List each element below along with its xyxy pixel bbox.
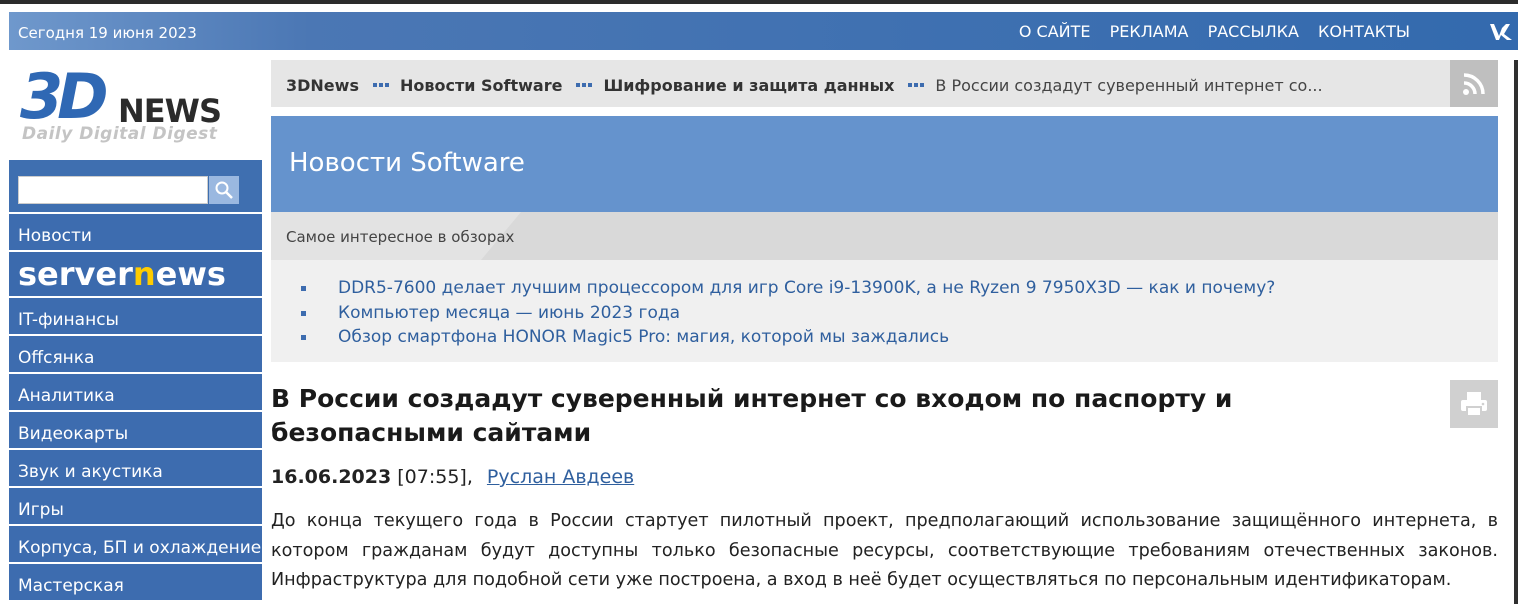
interesting-heading: Самое интересное в обзорах [286,228,515,246]
rss-icon[interactable] [1450,60,1498,107]
site-logo[interactable]: 3D NEWS Daily Digital Digest [20,66,250,150]
menu-contacts[interactable]: КОНТАКТЫ [1318,22,1410,41]
logo-tagline: Daily Digital Digest [22,124,218,144]
list-item[interactable]: Обзор смартфона HONOR Magic5 Pro: магия,… [301,325,1275,350]
bullet-icon [301,335,306,340]
sidebar-item-workshop[interactable]: Мастерская [9,564,262,600]
sidebar-nav: Новости servernews IT-финансы Offсянка А… [9,214,262,602]
top-bar: Сегодня 19 июня 2023 О САЙТЕ РЕКЛАМА РАС… [9,12,1518,50]
article-author-link[interactable]: Руслан Авдеев [487,466,634,488]
breadcrumb-separator-icon [908,83,926,87]
article-date: 16.06.2023 [271,466,392,488]
window-top-border [0,0,1518,4]
sidebar-item-videocards[interactable]: Видеокарты [9,412,262,448]
menu-ads[interactable]: РЕКЛАМА [1110,22,1189,41]
list-item[interactable]: DDR5-7600 делает лучшим процессором для … [301,276,1275,301]
search-icon [215,181,233,199]
article-meta: 16.06.2023 [07:55], Руслан Авдеев [271,466,634,488]
article-time: [07:55], [397,466,473,488]
sidebar-item-audio[interactable]: Звук и акустика [9,450,262,486]
sidebar-item-servernews[interactable]: servernews [9,252,262,296]
breadcrumb-separator-icon [372,83,390,87]
current-date: Сегодня 19 июня 2023 [18,24,197,42]
interesting-reviews: Самое интересное в обзорах DDR5-7600 дел… [271,212,1498,362]
breadcrumb-home[interactable]: 3DNews [286,76,359,95]
section-header: Новости Software [271,116,1498,212]
article-title: В России создадут суверенный интернет со… [271,384,1233,447]
window-right-border [1514,60,1518,604]
breadcrumb-encryption[interactable]: Шифрование и защита данных [603,76,894,95]
search-panel [9,160,262,212]
sidebar-item-games[interactable]: Игры [9,488,262,524]
print-icon[interactable] [1450,380,1498,428]
sidebar-item-news[interactable]: Новости [9,214,262,250]
interesting-list: DDR5-7600 делает лучшим процессором для … [301,276,1275,350]
bullet-icon [301,286,306,291]
interesting-header: Самое интересное в обзорах [271,212,1498,260]
breadcrumb-separator-icon [576,83,594,87]
search-input[interactable] [18,176,208,204]
menu-about[interactable]: О САЙТЕ [1019,22,1091,41]
sidebar-item-cases[interactable]: Корпуса, БП и охлаждение [9,526,262,562]
breadcrumb: 3DNews Новости Software Шифрование и защит… [271,60,1498,107]
breadcrumb-software[interactable]: Новости Software [400,76,562,95]
breadcrumb-current: В России создадут суверенный интернет со… [935,76,1323,95]
top-menu: О САЙТЕ РЕКЛАМА РАССЫЛКА КОНТАКТЫ [1005,22,1410,41]
article-lead: До конца текущего года в России стартует… [271,511,1498,590]
list-item[interactable]: Компьютер месяца — июнь 2023 года [301,301,1275,326]
vk-icon[interactable] [1486,18,1518,44]
search-button[interactable] [209,176,239,204]
section-title[interactable]: Новости Software [289,148,525,178]
sidebar-item-offsyanka[interactable]: Offсянка [9,336,262,372]
menu-newsletter[interactable]: РАССЫЛКА [1208,22,1299,41]
sidebar-item-analytics[interactable]: Аналитика [9,374,262,410]
servernews-logo: servernews [18,255,226,293]
bullet-icon [301,310,306,316]
logo-3d: 3D [20,60,109,133]
sidebar-item-it-finance[interactable]: IT-финансы [9,298,262,334]
